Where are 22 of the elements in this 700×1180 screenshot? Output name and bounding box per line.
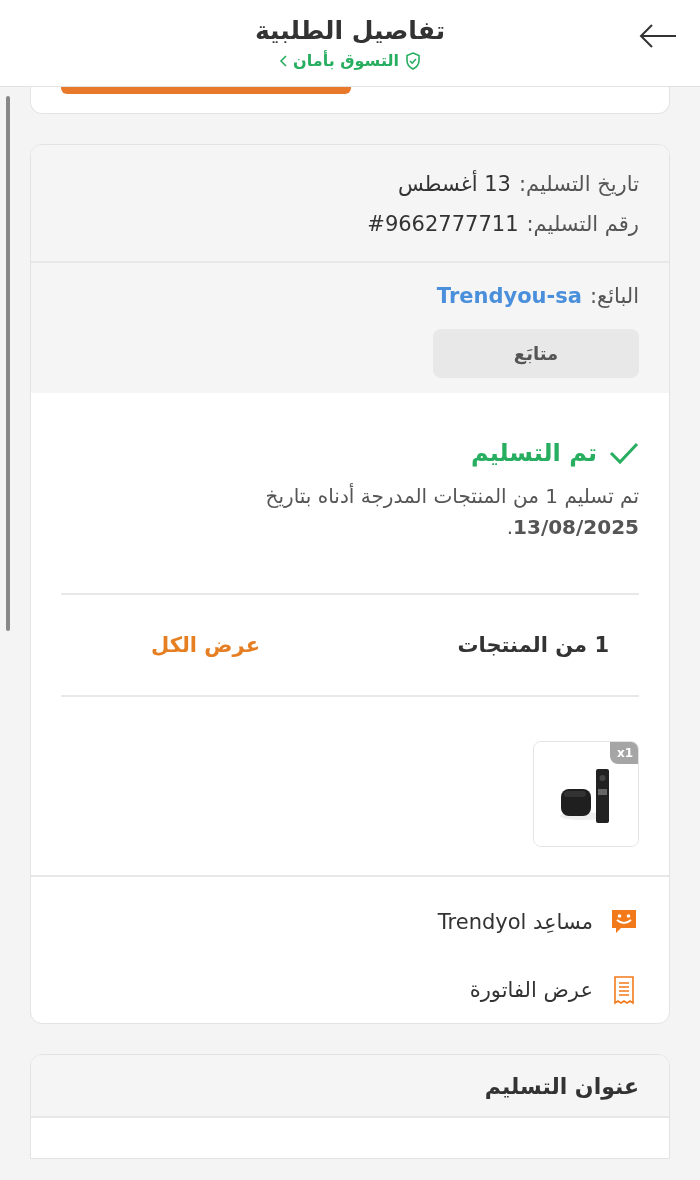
page-title: تفاصيل الطلبية bbox=[254, 16, 446, 45]
seller-link[interactable]: Trendyou-sa bbox=[436, 276, 582, 316]
chevron-icon bbox=[279, 54, 288, 67]
delivery-date: 13 أغسطس bbox=[397, 169, 511, 198]
seller-label: البائع: bbox=[589, 283, 639, 310]
assistant-link[interactable]: مساعِد Trendyol bbox=[61, 907, 639, 937]
shield-check-icon bbox=[404, 51, 421, 70]
safe-shopping-link[interactable]: التسوق بأمان bbox=[279, 51, 421, 70]
invoice-link[interactable]: عرض الفاتورة bbox=[61, 975, 639, 1005]
delivery-number-label: رقم التسليم: bbox=[526, 211, 639, 238]
address-title: عنوان التسليم bbox=[483, 1074, 639, 1099]
follow-button[interactable]: متابَع bbox=[433, 329, 639, 378]
back-button[interactable] bbox=[638, 22, 678, 50]
delivery-date-label: تاريخ التسليم: bbox=[518, 171, 639, 198]
product-thumbnail[interactable]: x1 bbox=[533, 741, 639, 847]
view-all-link[interactable]: عرض الكل bbox=[151, 633, 260, 657]
quantity-badge: x1 bbox=[609, 742, 638, 764]
products-count: 1 من المنتجات bbox=[457, 633, 609, 657]
delivery-status: تم التسليم bbox=[470, 439, 597, 467]
delivery-number: #9662777711 bbox=[367, 211, 519, 238]
back-arrow-icon bbox=[639, 24, 677, 48]
checkmark-icon bbox=[609, 441, 639, 465]
